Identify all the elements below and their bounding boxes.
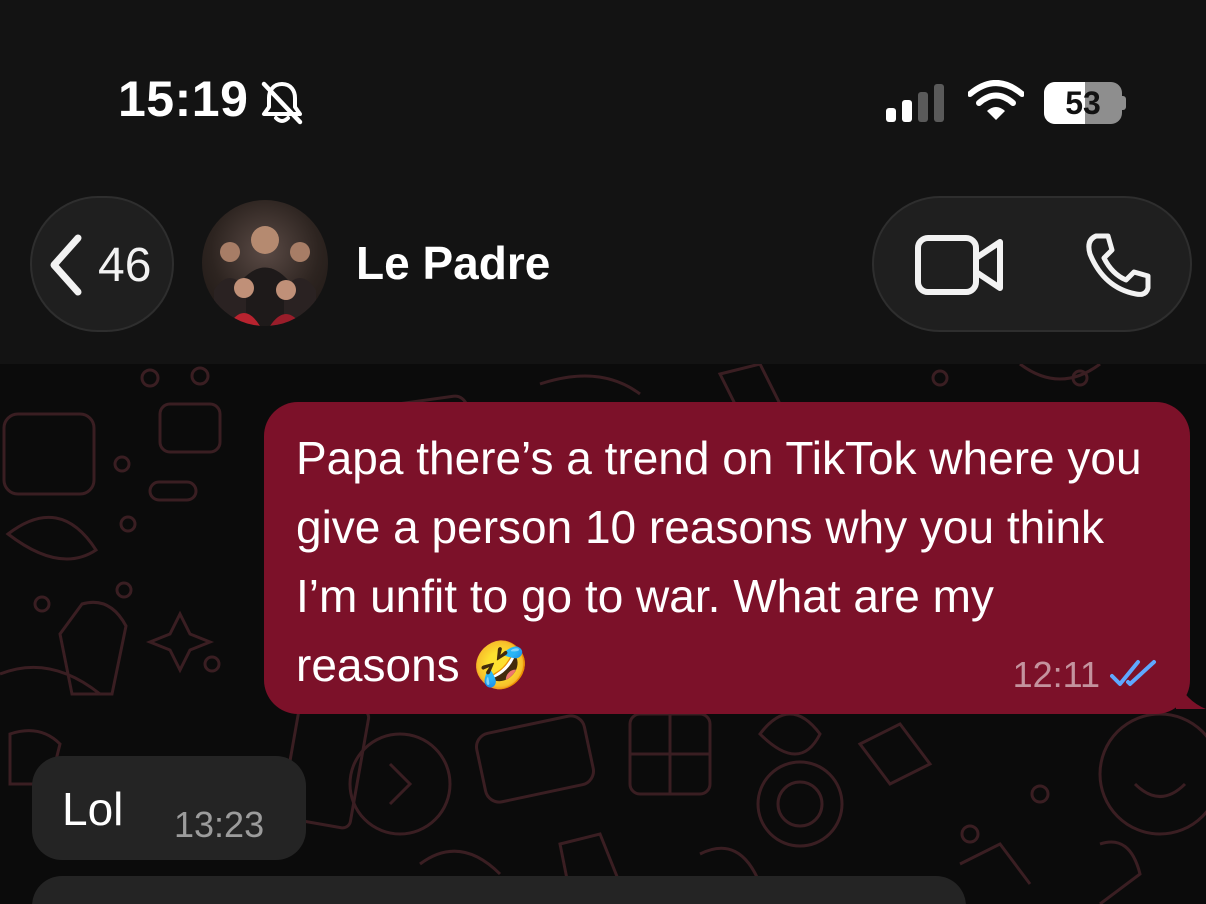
video-camera-icon[interactable]	[914, 234, 1006, 296]
contact-avatar[interactable]	[202, 200, 328, 326]
bell-slash-icon	[258, 80, 306, 131]
double-check-read-icon	[1110, 658, 1160, 693]
message-time: 12:11	[1012, 654, 1100, 695]
battery-level: 53	[1065, 85, 1101, 121]
contact-name[interactable]: Le Padre	[356, 236, 550, 290]
status-time: 15:19	[118, 71, 249, 127]
call-actions	[872, 196, 1192, 332]
outgoing-message[interactable]: Papa there’s a trend on TikTok where you…	[264, 402, 1206, 714]
incoming-message[interactable]: Lol 13:23	[32, 756, 306, 860]
wifi-icon	[967, 80, 1025, 127]
battery-indicator: 53	[1044, 82, 1126, 124]
incoming-message-partial[interactable]	[32, 876, 966, 904]
chat-header: 15:19 53 46 Le Padre	[0, 0, 1206, 364]
message-text: Lol	[62, 783, 124, 835]
chevron-left-icon	[46, 232, 86, 303]
bubble-tail	[1176, 679, 1206, 714]
cellular-signal-icon	[886, 84, 946, 127]
phone-icon[interactable]	[1082, 232, 1152, 298]
back-button[interactable]: 46	[30, 196, 174, 332]
message-time: 13:23	[174, 804, 265, 845]
unread-count: 46	[98, 239, 152, 292]
chat-background: Papa there’s a trend on TikTok where you…	[0, 364, 1206, 904]
message-meta: 12:11	[1013, 654, 1160, 696]
